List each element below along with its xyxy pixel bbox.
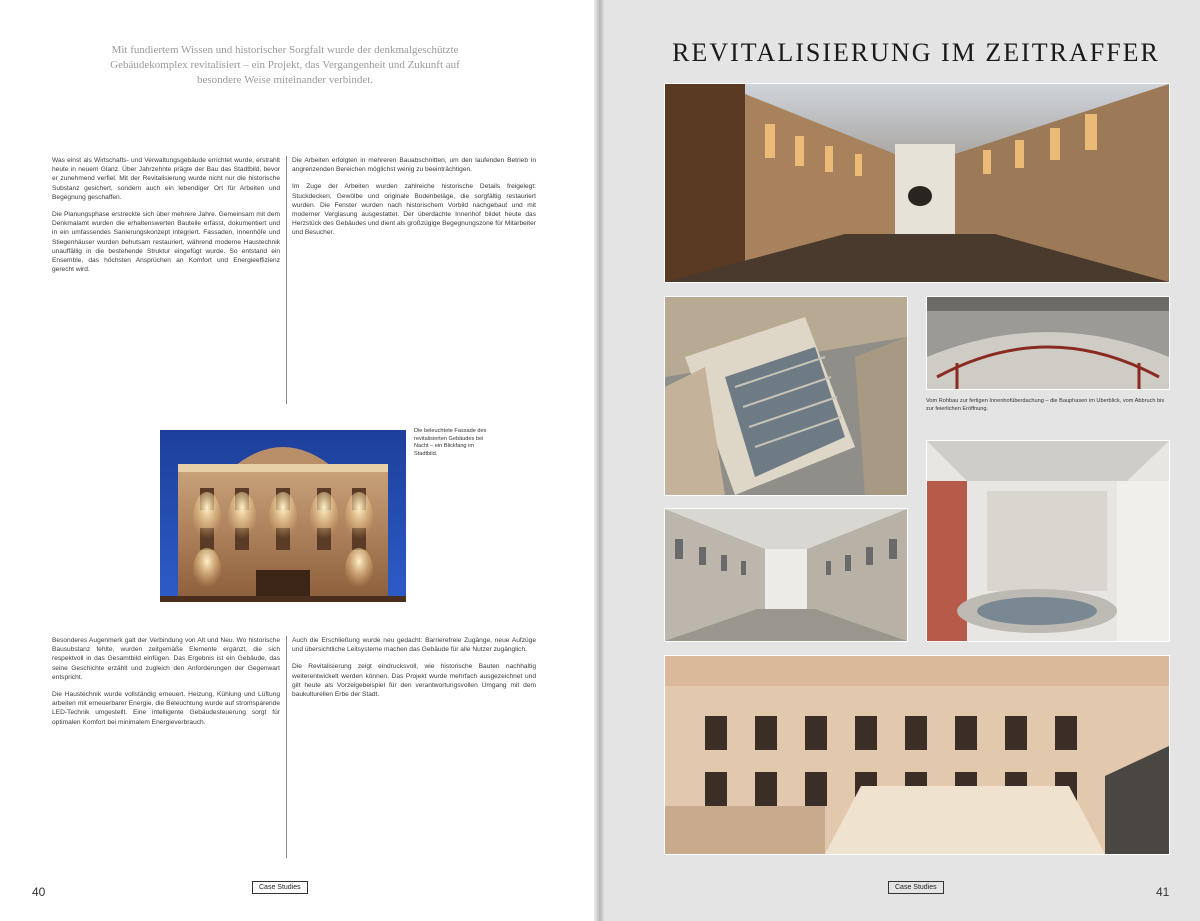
column-2-top: Die Arbeiten erfolgten in mehreren Bauab… bbox=[292, 156, 536, 404]
paragraph: Auch die Erschließung wurde neu gedacht:… bbox=[292, 637, 536, 654]
aerial-construction-photo bbox=[664, 296, 908, 496]
left-page: Mit fundiertem Wissen und historischer S… bbox=[0, 0, 598, 921]
paragraph: Die Haustechnik wurde vollständig erneue… bbox=[52, 691, 280, 726]
interior-framework-illustration bbox=[927, 297, 1169, 389]
column-1-top: Was einst als Wirtschafts- und Verwaltun… bbox=[52, 156, 280, 404]
book-gutter bbox=[594, 0, 604, 921]
arcade-courtyard-illustration bbox=[665, 509, 907, 641]
atrium-interior-photo bbox=[926, 440, 1170, 642]
paragraph: Die Arbeiten erfolgten in mehreren Bauab… bbox=[292, 157, 536, 174]
page-number-left: 40 bbox=[32, 885, 46, 899]
paragraph: Die Planungsphase erstreckte sich über m… bbox=[52, 211, 280, 274]
page-title: REVITALISIERUNG IM ZEITRAFFER bbox=[672, 38, 1160, 67]
column-divider bbox=[286, 156, 287, 404]
courtyard-dusk-illustration bbox=[665, 84, 1169, 282]
lead-paragraph: Mit fundiertem Wissen und historischer S… bbox=[110, 44, 460, 86]
facade-night-photo bbox=[160, 430, 406, 602]
arcade-courtyard-photo bbox=[664, 508, 908, 642]
facade-night-illustration bbox=[160, 430, 406, 602]
paragraph: Im Zuge der Arbeiten wurden zahlreiche h… bbox=[292, 183, 536, 237]
construction-caption: Vom Rohbau zur fertigen Innenhofüberdach… bbox=[926, 398, 1165, 412]
paragraph: Was einst als Wirtschafts- und Verwaltun… bbox=[52, 157, 280, 201]
courtyard-dusk-photo bbox=[664, 83, 1170, 283]
interior-framework-photo bbox=[926, 296, 1170, 390]
aerial-construction-illustration bbox=[665, 297, 907, 495]
finished-atrium-illustration bbox=[665, 656, 1169, 854]
column-2-bottom: Auch die Erschließung wurde neu gedacht:… bbox=[292, 636, 536, 858]
section-label-right: Case Studies bbox=[888, 881, 944, 894]
page-number-right: 41 bbox=[1156, 885, 1170, 899]
paragraph: Die Revitalisierung zeigt eindrucksvoll,… bbox=[292, 663, 536, 699]
column-1-bottom: Besonderes Augenmerk galt der Verbindung… bbox=[52, 636, 280, 858]
column-divider bbox=[286, 636, 287, 858]
facade-photo-caption: Die beleuchtete Fassade des revitalisier… bbox=[414, 428, 487, 457]
finished-atrium-photo bbox=[664, 655, 1170, 855]
atrium-interior-illustration bbox=[927, 441, 1169, 641]
right-page: REVITALISIERUNG IM ZEITRAFFER Vom Rohbau… bbox=[604, 0, 1200, 921]
paragraph: Besonderes Augenmerk galt der Verbindung… bbox=[52, 637, 280, 681]
section-label-left: Case Studies bbox=[252, 881, 308, 894]
